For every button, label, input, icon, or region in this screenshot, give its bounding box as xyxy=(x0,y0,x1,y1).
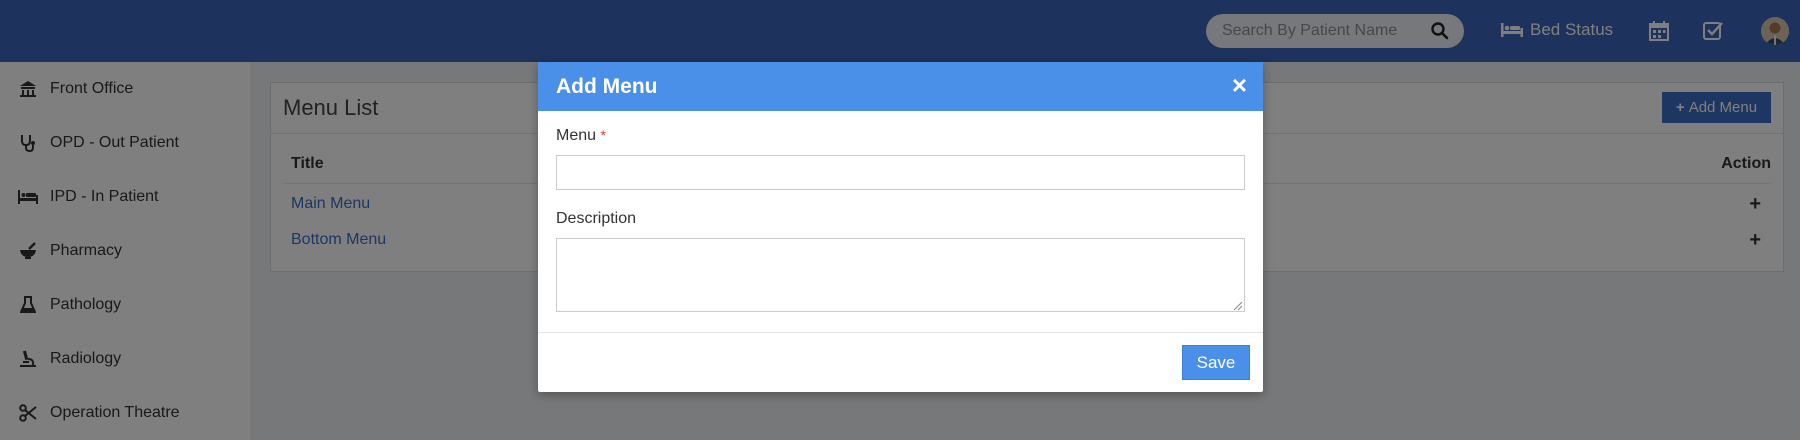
add-menu-modal: Add Menu × Menu * Description Save xyxy=(538,62,1263,392)
description-textarea[interactable] xyxy=(556,238,1245,312)
modal-header: Add Menu × xyxy=(538,62,1263,111)
resize-grip-icon[interactable] xyxy=(1233,301,1243,311)
menu-input[interactable] xyxy=(556,155,1245,190)
required-mark: * xyxy=(600,127,606,143)
close-icon[interactable]: × xyxy=(1232,72,1247,98)
menu-field-label: Menu * xyxy=(556,127,606,145)
save-button[interactable]: Save xyxy=(1182,345,1250,380)
menu-label-text: Menu xyxy=(556,127,597,144)
description-label: Description xyxy=(556,210,637,227)
modal-title: Add Menu xyxy=(556,75,658,98)
divider xyxy=(538,332,1263,333)
